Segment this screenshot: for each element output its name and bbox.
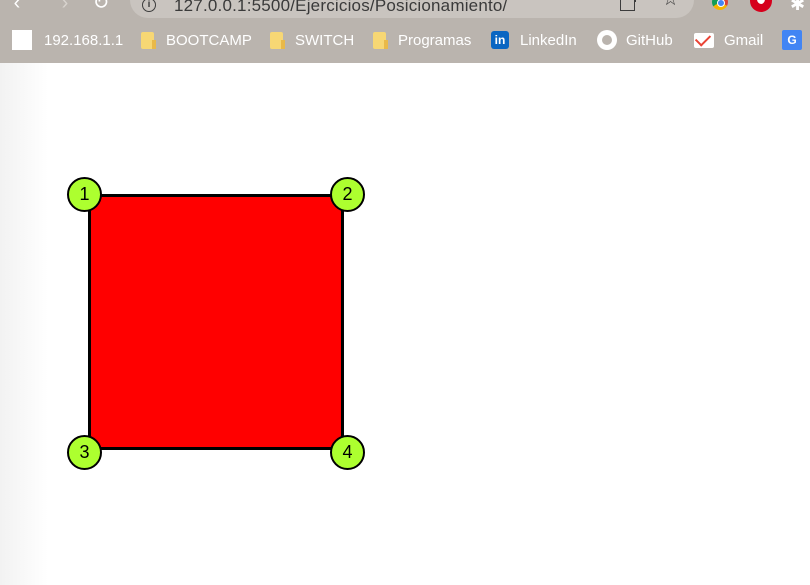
- bookmark-label: Programas: [398, 31, 472, 49]
- folder-icon: [373, 31, 388, 49]
- bookmarks-bar: 192.168.1.1 BOOTCAMP SWITCH Programas in…: [0, 27, 810, 53]
- bookmark-bootcamp[interactable]: BOOTCAMP: [141, 27, 252, 53]
- corner-marker-4: 4: [330, 435, 365, 470]
- page-icon: [12, 30, 32, 50]
- bookmark-label: LinkedIn: [520, 31, 577, 49]
- puzzle-extensions-icon[interactable]: ✱: [790, 0, 805, 15]
- bookmark-translate[interactable]: G: [782, 27, 810, 53]
- bookmark-github[interactable]: GitHub: [597, 27, 673, 53]
- corner-marker-2: 2: [330, 177, 365, 212]
- bookmark-switch[interactable]: SWITCH: [270, 27, 354, 53]
- bookmark-linkedin[interactable]: in LinkedIn: [491, 27, 577, 53]
- page-viewport: 1 2 3 4: [0, 63, 810, 585]
- forward-arrow-icon[interactable]: ›: [54, 0, 76, 14]
- translate-icon: G: [782, 30, 802, 50]
- reload-icon[interactable]: ↻: [90, 0, 112, 14]
- github-icon: [597, 30, 617, 50]
- bookmark-label: Gmail: [724, 31, 764, 49]
- folder-icon: [270, 31, 285, 49]
- bookmark-label: 192.168.1.1: [44, 31, 124, 49]
- corner-marker-3: 3: [67, 435, 102, 470]
- back-arrow-icon[interactable]: ‹: [6, 0, 28, 14]
- chrome-extension-icon[interactable]: [712, 0, 728, 10]
- browser-chrome: ‹ › ↻ i 127.0.0.1:5500/Ejercicios/Posici…: [0, 0, 810, 63]
- info-icon[interactable]: i: [142, 0, 156, 12]
- star-icon[interactable]: ☆: [662, 0, 679, 10]
- bookmark-label: GitHub: [626, 31, 673, 49]
- bookmark-192-168-1-1[interactable]: 192.168.1.1: [12, 27, 123, 53]
- bookmark-gmail[interactable]: Gmail: [694, 27, 763, 53]
- bookmark-programas[interactable]: Programas: [373, 27, 471, 53]
- bookmark-label: BOOTCAMP: [166, 31, 252, 49]
- shield-extension-icon[interactable]: [750, 0, 772, 12]
- share-icon[interactable]: [620, 0, 636, 11]
- linkedin-icon: in: [491, 31, 509, 49]
- url-text[interactable]: 127.0.0.1:5500/Ejercicios/Posicionamient…: [174, 0, 507, 16]
- gmail-icon: [694, 32, 714, 48]
- address-bar[interactable]: i 127.0.0.1:5500/Ejercicios/Posicionamie…: [130, 0, 694, 18]
- folder-icon: [141, 31, 156, 49]
- bookmark-label: SWITCH: [295, 31, 355, 49]
- red-square-box: [88, 194, 344, 450]
- corner-marker-1: 1: [67, 177, 102, 212]
